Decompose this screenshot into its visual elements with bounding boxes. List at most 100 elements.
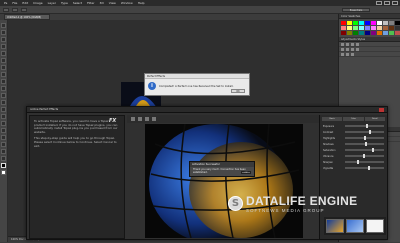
menu-item-3d[interactable]: 3D (100, 1, 104, 5)
shape-tool-icon[interactable] (1, 142, 6, 147)
zoom-icon[interactable] (145, 117, 149, 121)
swatch[interactable] (389, 31, 394, 35)
menu-item-window[interactable]: Window (121, 1, 133, 5)
pen-tool-icon[interactable] (1, 121, 6, 126)
type-tool-icon[interactable] (1, 128, 6, 133)
slider-track[interactable] (345, 160, 384, 164)
swatch[interactable] (395, 26, 400, 30)
slider-track[interactable] (345, 124, 384, 128)
slider-knob[interactable] (367, 166, 370, 170)
tab-basic[interactable]: Basic (322, 117, 343, 121)
swatch[interactable] (365, 26, 370, 30)
move-tool-icon[interactable] (1, 23, 6, 28)
lasso-tool-icon[interactable] (1, 37, 6, 42)
swatch[interactable] (377, 26, 382, 30)
swatch[interactable] (389, 26, 394, 30)
swatch[interactable] (383, 21, 388, 25)
swatch[interactable] (365, 31, 370, 35)
swatch[interactable] (365, 21, 370, 25)
swatch[interactable] (347, 21, 352, 25)
path-select-tool-icon[interactable] (1, 135, 6, 140)
slider-track[interactable] (345, 136, 384, 140)
stamp-tool-icon[interactable] (1, 79, 6, 84)
slider-track[interactable] (345, 166, 384, 170)
activation-ok-button[interactable]: OK (241, 171, 251, 174)
undo-icon[interactable] (131, 117, 135, 121)
tool-preset-icon[interactable] (3, 7, 9, 12)
swatch[interactable] (347, 31, 352, 35)
preset-thumbnail[interactable] (346, 219, 364, 233)
menu-item-edit[interactable]: Edit (22, 1, 28, 5)
slider-knob[interactable] (362, 154, 365, 158)
history-brush-icon[interactable] (1, 86, 6, 91)
slider-knob[interactable] (356, 160, 359, 164)
brush-tool-icon[interactable] (1, 72, 6, 77)
slider-knob[interactable] (366, 124, 369, 128)
menu-item-file[interactable]: File (12, 1, 17, 5)
adjustment-row[interactable] (339, 52, 400, 57)
swatch[interactable] (347, 26, 352, 30)
menu-item-help[interactable]: Help (138, 1, 145, 5)
swatch[interactable] (395, 21, 400, 25)
swatch[interactable] (359, 21, 364, 25)
slider-knob[interactable] (363, 136, 366, 140)
option-toggle-1[interactable] (12, 7, 18, 12)
swatch[interactable] (341, 21, 346, 25)
swatch[interactable] (353, 31, 358, 35)
swatch[interactable] (395, 31, 400, 35)
eraser-tool-icon[interactable] (1, 93, 6, 98)
swatch[interactable] (389, 21, 394, 25)
zoom-tool-icon[interactable] (1, 156, 6, 161)
swatch[interactable] (371, 31, 376, 35)
marquee-tool-icon[interactable] (1, 30, 6, 35)
swatch[interactable] (383, 31, 388, 35)
slider-knob[interactable] (372, 148, 375, 152)
slider-track[interactable] (345, 154, 384, 158)
swatch[interactable] (359, 26, 364, 30)
menu-item-type[interactable]: Type (61, 1, 68, 5)
swatch[interactable] (359, 31, 364, 35)
slider-knob[interactable] (364, 142, 367, 146)
quick-select-tool-icon[interactable] (1, 44, 6, 49)
ok-button[interactable]: OK (231, 89, 245, 93)
blur-tool-icon[interactable] (1, 107, 6, 112)
swatch[interactable] (371, 26, 376, 30)
crop-tool-icon[interactable] (1, 51, 6, 56)
swatch[interactable] (377, 31, 382, 35)
menu-item-ps[interactable]: Ps (4, 1, 7, 5)
menu-item-view[interactable]: View (109, 1, 116, 5)
eyedropper-tool-icon[interactable] (1, 58, 6, 63)
menu-item-image[interactable]: Image (33, 1, 42, 5)
tab-color[interactable]: Color (343, 117, 364, 121)
tab-detail[interactable]: Detail (364, 117, 385, 121)
maximize-icon[interactable] (384, 1, 390, 5)
slider-knob[interactable] (369, 130, 372, 134)
close-icon[interactable] (392, 1, 398, 5)
menu-item-select[interactable]: Select (73, 1, 82, 5)
swatch[interactable] (353, 21, 358, 25)
slider-track[interactable] (345, 148, 384, 152)
background-color-icon[interactable] (1, 170, 6, 175)
menu-item-filter[interactable]: Filter (87, 1, 94, 5)
slider-track[interactable] (345, 142, 384, 146)
gradient-tool-icon[interactable] (1, 100, 6, 105)
redo-icon[interactable] (138, 117, 142, 121)
compare-icon[interactable] (152, 117, 156, 121)
option-toggle-2[interactable] (21, 7, 27, 12)
minimize-icon[interactable] (376, 1, 382, 5)
swatch[interactable] (341, 31, 346, 35)
swatch[interactable] (341, 26, 346, 30)
menu-item-layer[interactable]: Layer (48, 1, 56, 5)
hand-tool-icon[interactable] (1, 149, 6, 154)
swatch[interactable] (383, 26, 388, 30)
close-icon[interactable] (379, 108, 384, 112)
dodge-tool-icon[interactable] (1, 114, 6, 119)
foreground-color-icon[interactable] (1, 163, 6, 168)
preset-thumbnail[interactable] (326, 219, 344, 233)
swatch[interactable] (353, 26, 358, 30)
slider-track[interactable] (345, 130, 384, 134)
preview-image[interactable]: Activation Successful Thank you very muc… (145, 124, 303, 238)
healing-tool-icon[interactable] (1, 65, 6, 70)
workspace-switcher[interactable]: Essentials (342, 8, 370, 12)
swatch[interactable] (377, 21, 382, 25)
